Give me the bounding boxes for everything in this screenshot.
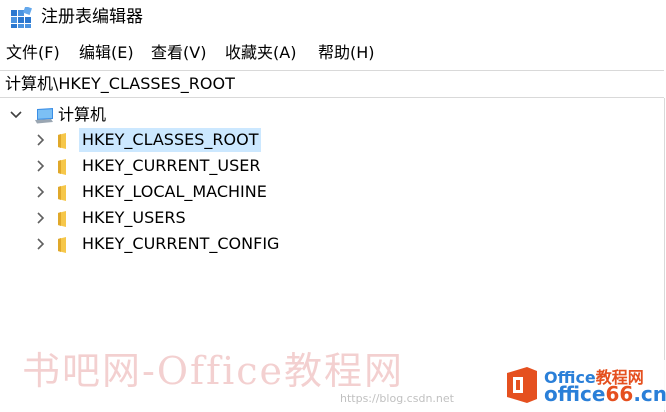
menu-edit[interactable]: 编辑(E): [79, 42, 134, 64]
logo-domain-tld: .cn: [633, 382, 666, 406]
tree-item-label[interactable]: HKEY_USERS: [79, 206, 189, 230]
tree-item-hkey-users[interactable]: HKEY_USERS: [0, 206, 300, 230]
folder-icon: [58, 133, 66, 149]
menu-bar: 文件(F) 编辑(E) 查看(V) 收藏夹(A) 帮助(H): [0, 38, 666, 68]
tree-item-label[interactable]: HKEY_LOCAL_MACHINE: [79, 180, 270, 204]
tree-item-hkey-classes-root[interactable]: HKEY_CLASSES_ROOT: [0, 128, 300, 152]
chevron-right-icon[interactable]: [34, 237, 48, 251]
folder-icon: [58, 237, 66, 253]
watermark-url: https://blog.csdn.net: [340, 392, 454, 405]
site-logo: Office教程网 office66.cn: [500, 360, 666, 410]
logo-domain-word: office: [544, 382, 606, 406]
tree-root-computer[interactable]: 计算机: [0, 103, 300, 127]
menu-favorites[interactable]: 收藏夹(A): [225, 42, 296, 64]
address-bar: [0, 70, 664, 98]
tree-item-label[interactable]: HKEY_CLASSES_ROOT: [79, 128, 262, 152]
menu-file[interactable]: 文件(F): [6, 42, 60, 64]
registry-editor-icon: [11, 7, 32, 28]
chevron-right-icon[interactable]: [34, 133, 48, 147]
tree-item-label[interactable]: HKEY_CURRENT_CONFIG: [79, 232, 282, 256]
title-bar: 注册表编辑器: [0, 0, 666, 36]
tree-root-label: 计算机: [58, 105, 107, 124]
menu-help[interactable]: 帮助(H): [318, 42, 375, 64]
chevron-down-icon[interactable]: [9, 108, 23, 122]
tree-item-hkey-current-config[interactable]: HKEY_CURRENT_CONFIG: [0, 232, 300, 256]
chevron-right-icon[interactable]: [34, 185, 48, 199]
folder-icon: [58, 211, 66, 227]
computer-icon: [35, 108, 53, 124]
window-title: 注册表编辑器: [41, 7, 143, 27]
folder-icon: [58, 185, 66, 201]
address-input[interactable]: [5, 73, 605, 95]
logo-domain-num: 66: [605, 382, 634, 406]
menu-view[interactable]: 查看(V): [151, 42, 206, 64]
office-logo-icon: [507, 367, 537, 403]
logo-domain: office66.cn: [544, 382, 666, 406]
chevron-right-icon[interactable]: [34, 159, 48, 173]
tree-item-hkey-local-machine[interactable]: HKEY_LOCAL_MACHINE: [0, 180, 300, 204]
chevron-right-icon[interactable]: [34, 211, 48, 225]
tree-item-label[interactable]: HKEY_CURRENT_USER: [79, 154, 263, 178]
tree-item-hkey-current-user[interactable]: HKEY_CURRENT_USER: [0, 154, 300, 178]
folder-icon: [58, 159, 66, 175]
